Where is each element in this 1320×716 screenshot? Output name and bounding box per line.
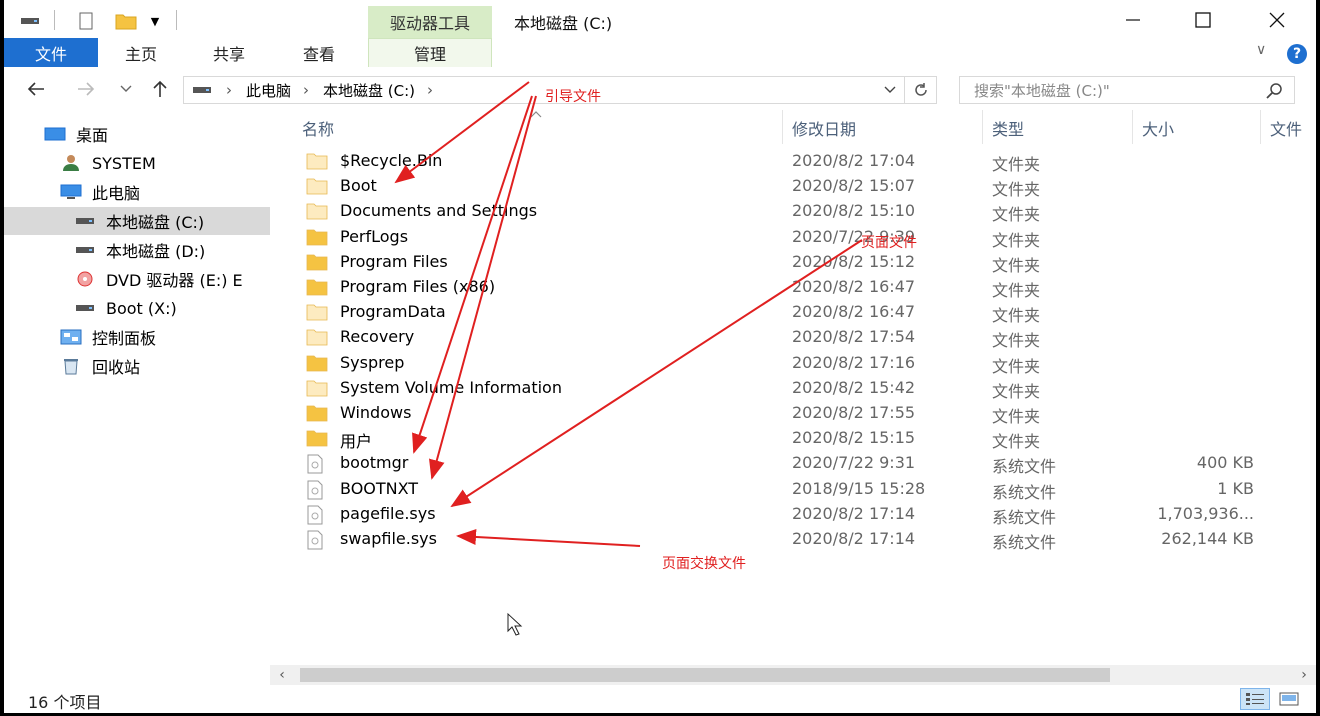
annotation-page-file: 页面文件	[861, 235, 917, 251]
arrow-to-bootnxt	[429, 95, 537, 480]
arrow-to-swapfile	[456, 528, 641, 547]
annotation-swap-file: 页面交换文件	[662, 556, 746, 572]
mouse-cursor-icon	[507, 612, 523, 636]
explorer-window: ▼ 驱动器工具 本地磁盘 (C:) 文件 主页 共享 查看 管理 ∨ ? › 此…	[4, 0, 1316, 713]
annotation-boot-files: 引导文件	[545, 89, 601, 105]
annotation-arrows	[394, 81, 863, 636]
arrow-to-bootmgr	[412, 95, 533, 454]
arrow-to-pagefile	[450, 239, 863, 508]
